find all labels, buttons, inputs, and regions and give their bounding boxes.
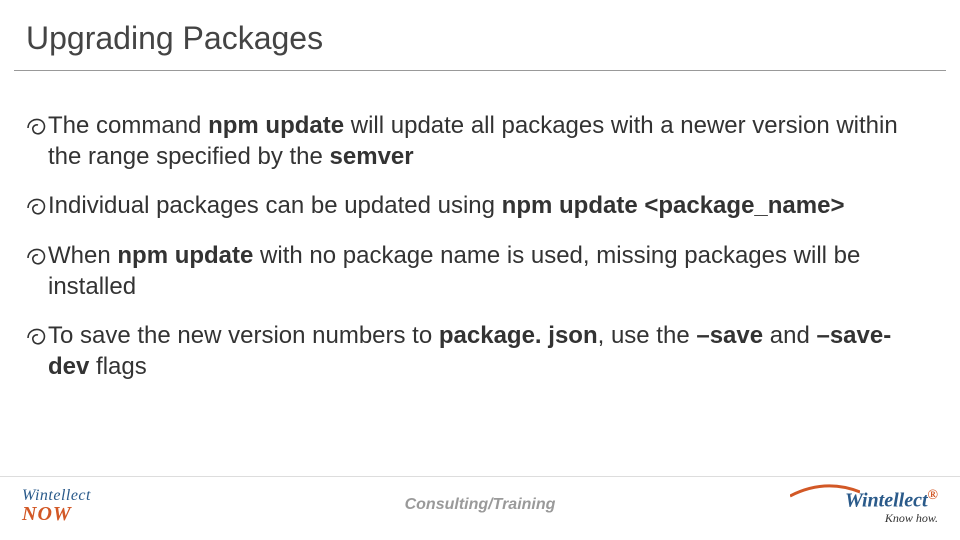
- logo-right-line1: Wintellect®: [845, 488, 938, 513]
- registered-mark-icon: ®: [928, 488, 938, 503]
- title-underline: [14, 70, 946, 71]
- wintellect-logo: Wintellect® Know how.: [845, 488, 938, 526]
- bullet-swirl-icon: [24, 324, 48, 348]
- slide: Upgrading Packages The command npm updat…: [0, 0, 960, 540]
- bullet-swirl-icon: [24, 244, 48, 268]
- bullet-text: The command npm update will update all p…: [48, 110, 924, 172]
- wintellect-now-logo: Wintellect NOW: [22, 487, 91, 526]
- logo-left-line2: NOW: [22, 503, 91, 526]
- slide-footer: Wintellect NOW Consulting/Training Winte…: [0, 476, 960, 540]
- bullet-text: When npm update with no package name is …: [48, 240, 924, 302]
- bullet-text: To save the new version numbers to packa…: [48, 320, 924, 382]
- bullet-text: Individual packages can be updated using…: [48, 190, 924, 221]
- slide-title: Upgrading Packages: [26, 20, 323, 57]
- logo-right-wordmark: Wintellect: [845, 490, 928, 512]
- bullet-item: To save the new version numbers to packa…: [24, 320, 924, 382]
- bullet-item: When npm update with no package name is …: [24, 240, 924, 302]
- logo-right-tagline: Know how.: [845, 511, 938, 526]
- bullet-swirl-icon: [24, 194, 48, 218]
- bullet-item: The command npm update will update all p…: [24, 110, 924, 172]
- bullet-list: The command npm update will update all p…: [24, 110, 924, 400]
- bullet-swirl-icon: [24, 114, 48, 138]
- footer-center-text: Consulting/Training: [405, 496, 556, 514]
- bullet-item: Individual packages can be updated using…: [24, 190, 924, 221]
